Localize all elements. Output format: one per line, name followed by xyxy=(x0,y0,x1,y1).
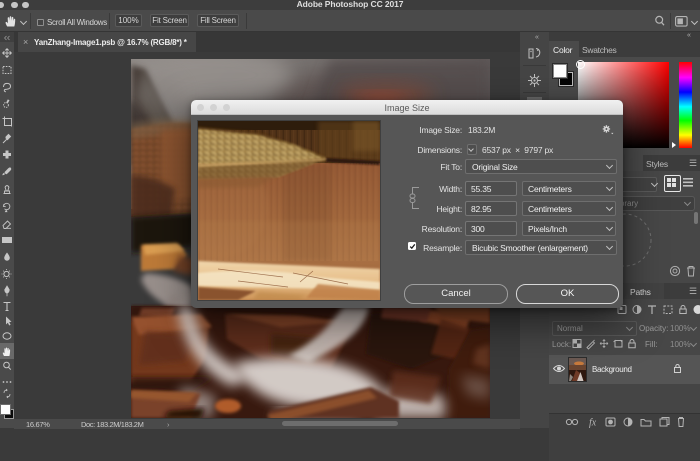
svg-text:fx: fx xyxy=(589,418,597,429)
